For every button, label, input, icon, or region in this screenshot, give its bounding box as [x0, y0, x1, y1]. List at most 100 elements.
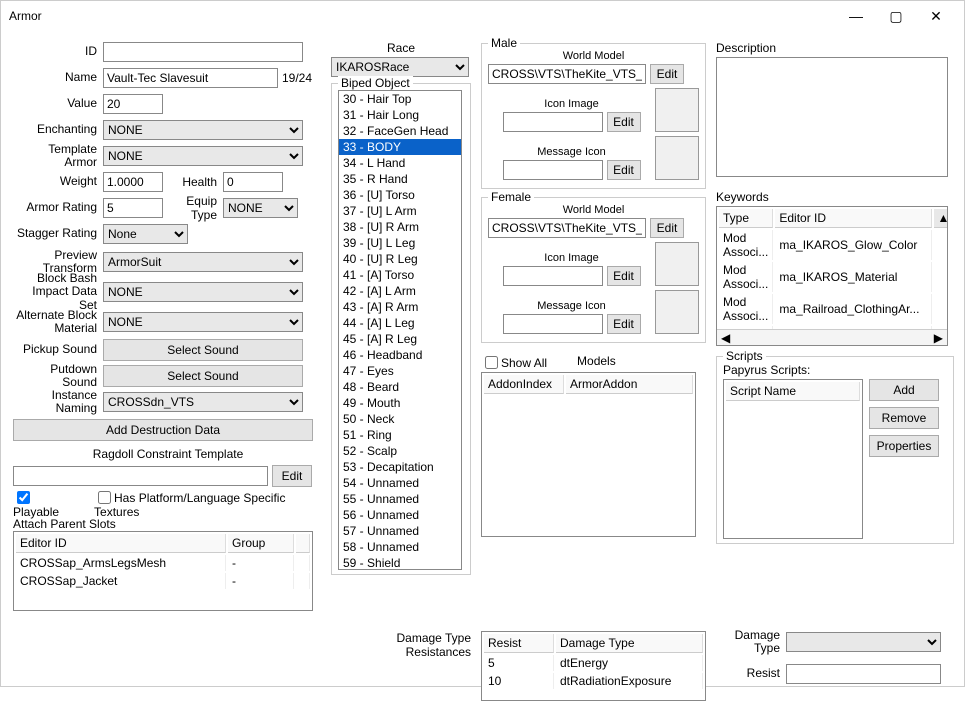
biped-item[interactable]: 49 - Mouth — [339, 395, 461, 411]
minimize-button[interactable]: — — [836, 2, 876, 30]
biped-item[interactable]: 51 - Ring — [339, 427, 461, 443]
biped-item[interactable]: 46 - Headband — [339, 347, 461, 363]
table-row[interactable]: 5dtEnergy — [484, 655, 703, 671]
scripts-table[interactable]: Script Name — [723, 379, 863, 539]
race-select[interactable]: IKAROSRace — [331, 57, 469, 77]
scroll-right-icon[interactable]: ▶ — [934, 331, 943, 345]
description-field[interactable] — [716, 57, 948, 177]
instance-select[interactable]: CROSSdn_VTS — [103, 392, 303, 412]
male-wm-edit-button[interactable]: Edit — [650, 64, 684, 84]
race-label: Race — [331, 41, 471, 55]
putdown-button[interactable]: Select Sound — [103, 365, 303, 387]
biped-item[interactable]: 32 - FaceGen Head — [339, 123, 461, 139]
table-row[interactable]: Mod Associ...ma_IKAROS_Material — [719, 262, 948, 292]
id-label: ID — [13, 45, 103, 58]
close-button[interactable]: ✕ — [916, 2, 956, 30]
stagger-label: Stagger Rating — [13, 227, 103, 240]
table-row[interactable]: Mod Associ...ma_Railroad_ClothingAr... — [719, 294, 948, 324]
equip-type-select[interactable]: NONE — [223, 198, 298, 218]
biped-item[interactable]: 38 - [U] R Arm — [339, 219, 461, 235]
biped-item[interactable]: 47 - Eyes — [339, 363, 461, 379]
biped-item[interactable]: 44 - [A] L Leg — [339, 315, 461, 331]
male-msg-edit-button[interactable]: Edit — [607, 160, 641, 180]
template-select[interactable]: NONE — [103, 146, 303, 166]
ragdoll-edit-button[interactable]: Edit — [272, 465, 312, 487]
biped-item[interactable]: 43 - [A] R Arm — [339, 299, 461, 315]
id-field[interactable] — [103, 42, 303, 62]
male-icon-preview — [655, 88, 699, 132]
biped-item[interactable]: 37 - [U] L Arm — [339, 203, 461, 219]
female-wm-field[interactable] — [488, 218, 646, 238]
biped-item[interactable]: 52 - Scalp — [339, 443, 461, 459]
enchanting-select[interactable]: NONE — [103, 120, 303, 140]
biped-item[interactable]: 40 - [U] R Leg — [339, 251, 461, 267]
biped-item[interactable]: 53 - Decapitation — [339, 459, 461, 475]
female-msg-label: Message Icon — [537, 300, 605, 312]
biped-item[interactable]: 50 - Neck — [339, 411, 461, 427]
value-field[interactable] — [103, 94, 163, 114]
destruction-button[interactable]: Add Destruction Data — [13, 419, 313, 441]
female-icon-edit-button[interactable]: Edit — [607, 266, 641, 286]
textures-checkbox[interactable]: Has Platform/Language Specific Textures — [94, 486, 323, 519]
keywords-table[interactable]: TypeEditor ID▲ Mod Associ...ma_IKAROS_Gl… — [716, 206, 948, 346]
biped-item[interactable]: 30 - Hair Top — [339, 91, 461, 107]
male-wm-field[interactable] — [488, 64, 646, 84]
biped-list[interactable]: 30 - Hair Top31 - Hair Long32 - FaceGen … — [338, 90, 462, 570]
female-msg-field[interactable] — [503, 314, 603, 334]
biped-item[interactable]: 33 - BODY — [339, 139, 461, 155]
keywords-label: Keywords — [716, 190, 954, 204]
biped-item[interactable]: 58 - Unnamed — [339, 539, 461, 555]
armor-rating-field[interactable] — [103, 198, 163, 218]
scripts-properties-button[interactable]: Properties — [869, 435, 939, 457]
biped-item[interactable]: 54 - Unnamed — [339, 475, 461, 491]
male-msg-field[interactable] — [503, 160, 603, 180]
ragdoll-field[interactable] — [13, 466, 268, 486]
biped-item[interactable]: 35 - R Hand — [339, 171, 461, 187]
biped-item[interactable]: 57 - Unnamed — [339, 523, 461, 539]
biped-item[interactable]: 34 - L Hand — [339, 155, 461, 171]
playable-checkbox[interactable]: Playable — [13, 486, 76, 519]
table-row[interactable]: Mod Associ...ma_IKAROS_Glow_Color — [719, 230, 948, 260]
preview-select[interactable]: ArmorSuit — [103, 252, 303, 272]
biped-item[interactable]: 56 - Unnamed — [339, 507, 461, 523]
female-icon-field[interactable] — [503, 266, 603, 286]
models-table[interactable]: AddonIndexArmorAddon — [481, 372, 696, 537]
scripts-remove-button[interactable]: Remove — [869, 407, 939, 429]
biped-item[interactable]: 39 - [U] L Leg — [339, 235, 461, 251]
ragdoll-label: Ragdoll Constraint Template — [13, 447, 323, 461]
male-icon-field[interactable] — [503, 112, 603, 132]
scroll-left-icon[interactable]: ◀ — [721, 331, 730, 345]
biped-item[interactable]: 48 - Beard — [339, 379, 461, 395]
table-row[interactable]: CROSSap_ArmsLegsMesh- — [16, 555, 310, 571]
pickup-label: Pickup Sound — [13, 343, 103, 356]
health-field[interactable] — [223, 172, 283, 192]
attach-table[interactable]: Editor ID Group CROSSap_ArmsLegsMesh-CRO… — [13, 531, 313, 611]
female-wm-edit-button[interactable]: Edit — [650, 218, 684, 238]
blockbash-select[interactable]: NONE — [103, 282, 303, 302]
pickup-button[interactable]: Select Sound — [103, 339, 303, 361]
biped-item[interactable]: 42 - [A] L Arm — [339, 283, 461, 299]
biped-item[interactable]: 45 - [A] R Leg — [339, 331, 461, 347]
name-field[interactable] — [103, 68, 278, 88]
female-msg-edit-button[interactable]: Edit — [607, 314, 641, 334]
scripts-sub-label: Papyrus Scripts: — [723, 363, 947, 377]
male-icon-edit-button[interactable]: Edit — [607, 112, 641, 132]
maximize-button[interactable]: ▢ — [876, 2, 916, 30]
biped-item[interactable]: 59 - Shield — [339, 555, 461, 570]
resist-field[interactable] — [786, 664, 941, 684]
damage-table[interactable]: ResistDamage Type 5dtEnergy10dtRadiation… — [481, 631, 706, 701]
biped-item[interactable]: 55 - Unnamed — [339, 491, 461, 507]
weight-field[interactable] — [103, 172, 163, 192]
biped-item[interactable]: 41 - [A] Torso — [339, 267, 461, 283]
stagger-select[interactable]: None — [103, 224, 188, 244]
table-row[interactable]: CROSSap_Jacket- — [16, 573, 310, 589]
weight-label: Weight — [13, 175, 103, 188]
dmg-type-select[interactable] — [786, 632, 941, 652]
altblock-select[interactable]: NONE — [103, 312, 303, 332]
scripts-add-button[interactable]: Add — [869, 379, 939, 401]
female-icon-preview — [655, 242, 699, 286]
showall-checkbox[interactable]: Show All — [481, 351, 547, 370]
male-msg-label: Message Icon — [537, 146, 605, 158]
biped-item[interactable]: 36 - [U] Torso — [339, 187, 461, 203]
biped-item[interactable]: 31 - Hair Long — [339, 107, 461, 123]
